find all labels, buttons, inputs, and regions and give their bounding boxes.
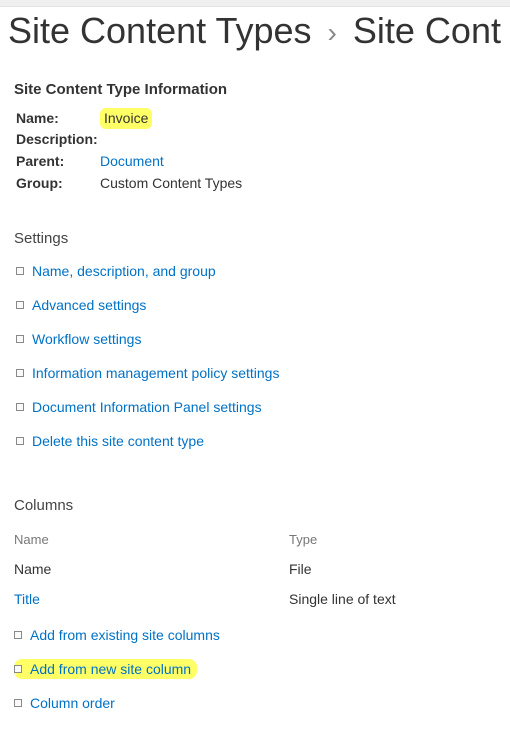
- bullet-icon: [16, 267, 24, 275]
- settings-heading: Settings: [14, 230, 496, 247]
- columns-header-type: Type: [289, 532, 317, 547]
- breadcrumb-root[interactable]: Site Content Types: [8, 10, 312, 51]
- info-name-label: Name:: [16, 108, 100, 130]
- window-topbar: [0, 0, 510, 7]
- add-from-existing-columns-link[interactable]: Add from existing site columns: [30, 627, 220, 643]
- parent-link[interactable]: Document: [100, 153, 164, 169]
- info-heading: Site Content Type Information: [14, 81, 496, 98]
- breadcrumb-current: Site Cont: [353, 10, 501, 51]
- info-group-value: Custom Content Types: [100, 173, 242, 195]
- settings-link-item: Advanced settings: [16, 297, 496, 313]
- settings-workflow-link[interactable]: Workflow settings: [32, 331, 141, 347]
- columns-heading: Columns: [14, 497, 496, 514]
- columns-row-name: Name: [14, 561, 289, 577]
- columns-row: Title Single line of text: [14, 591, 496, 607]
- bullet-icon: [16, 403, 24, 411]
- bullet-icon: [16, 437, 24, 445]
- info-row-name: Name: Invoice: [16, 108, 496, 130]
- bullet-icon: [16, 369, 24, 377]
- bullet-icon: [14, 631, 22, 639]
- column-order-link[interactable]: Column order: [30, 695, 115, 711]
- info-name-value: Invoice: [100, 108, 152, 130]
- info-group-label: Group:: [16, 173, 100, 195]
- column-title-link[interactable]: Title: [14, 591, 40, 607]
- settings-advanced-link[interactable]: Advanced settings: [32, 297, 146, 313]
- bullet-icon: [16, 335, 24, 343]
- info-description-label: Description:: [16, 129, 100, 151]
- settings-delete-link[interactable]: Delete this site content type: [32, 433, 204, 449]
- settings-link-item: Information management policy settings: [16, 365, 496, 381]
- info-row-description: Description:: [16, 129, 496, 151]
- columns-row: Name File: [14, 561, 496, 577]
- columns-header-row: Name Type: [14, 532, 496, 547]
- bullet-icon: [14, 699, 22, 707]
- info-row-group: Group: Custom Content Types: [16, 173, 496, 195]
- settings-link-item: Delete this site content type: [16, 433, 496, 449]
- column-actions: Add from existing site columns Add from …: [14, 627, 496, 711]
- settings-doc-panel-link[interactable]: Document Information Panel settings: [32, 399, 262, 415]
- settings-link-item: Document Information Panel settings: [16, 399, 496, 415]
- info-table: Name: Invoice Description: Parent: Docum…: [16, 108, 496, 195]
- settings-link-item: Name, description, and group: [16, 263, 496, 279]
- info-parent-label: Parent:: [16, 151, 100, 173]
- settings-policy-link[interactable]: Information management policy settings: [32, 365, 279, 381]
- bullet-icon: [14, 665, 22, 673]
- columns-header-name: Name: [14, 532, 289, 547]
- settings-link-item: Workflow settings: [16, 331, 496, 347]
- breadcrumb: Site Content Types › Site Cont: [0, 7, 510, 51]
- settings-name-description-group-link[interactable]: Name, description, and group: [32, 263, 216, 279]
- add-from-new-column-link[interactable]: Add from new site column: [30, 661, 191, 677]
- columns-row-type: File: [289, 561, 312, 577]
- settings-link-list: Name, description, and group Advanced se…: [16, 263, 496, 449]
- info-row-parent: Parent: Document: [16, 151, 496, 173]
- columns-action-item: Add from new site column: [14, 659, 496, 679]
- bullet-icon: [16, 301, 24, 309]
- columns-action-item: Add from existing site columns: [14, 627, 496, 643]
- columns-row-type: Single line of text: [289, 591, 396, 607]
- columns-action-item: Column order: [14, 695, 496, 711]
- breadcrumb-separator-icon: ›: [322, 17, 343, 48]
